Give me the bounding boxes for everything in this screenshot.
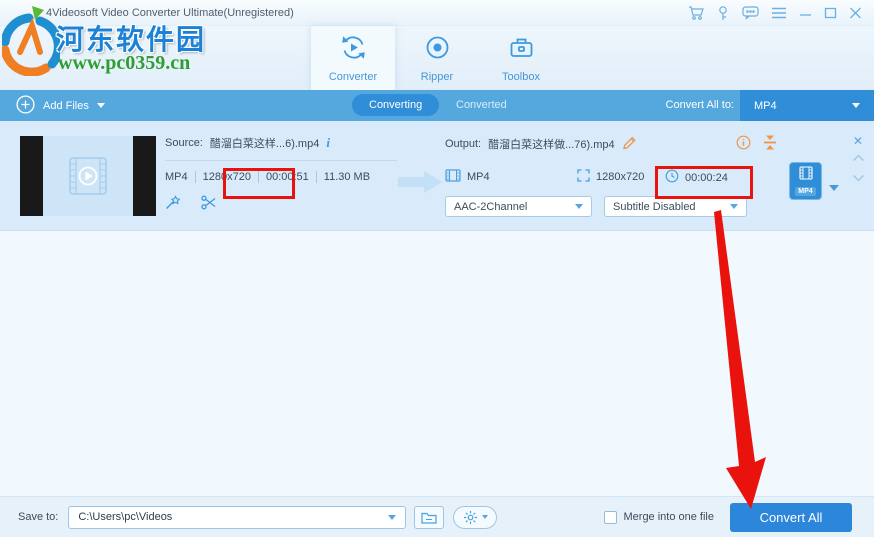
tab-toolbox[interactable]: Toolbox xyxy=(479,26,563,90)
save-path-value: C:\Users\pc\Videos xyxy=(78,511,173,523)
tab-converter-label: Converter xyxy=(328,70,378,83)
source-duration: 00:00:51 xyxy=(257,171,316,183)
merge-option[interactable]: Merge into one file xyxy=(603,510,715,524)
tab-converter[interactable]: Converter xyxy=(311,26,395,90)
source-to-output-arrow-icon xyxy=(398,169,442,200)
app-title: 4Videosoft Video Converter Ultimate(Unre… xyxy=(46,6,294,19)
audio-caret-icon xyxy=(575,204,583,209)
film-play-icon xyxy=(69,157,107,195)
bottom-bar: Save to: C:\Users\pc\Videos Merge into o… xyxy=(0,496,874,537)
remove-file-icon[interactable]: ✕ xyxy=(853,135,863,147)
output-prefix: Output: xyxy=(445,138,482,150)
thumbnail-letterbox-left xyxy=(20,136,43,216)
convert-all-to-label: Convert All to: xyxy=(665,99,734,111)
move-down-icon[interactable] xyxy=(852,169,865,187)
settings-caret-icon xyxy=(481,515,488,519)
ripper-disc-icon xyxy=(424,34,451,66)
source-size: 11.30 MB xyxy=(315,171,377,183)
output-meta: MP4 1280x720 00:00:24 xyxy=(445,169,777,185)
tab-ripper[interactable]: Ripper xyxy=(395,26,479,90)
converted-label: Converted xyxy=(456,99,507,111)
source-info-icon[interactable]: i xyxy=(326,135,330,151)
file-list-item: Source: 醋溜白菜这样...6).mp4 i MP4 1280x720 0… xyxy=(0,121,874,231)
file-list-empty-area xyxy=(0,232,874,496)
source-divider xyxy=(165,160,397,161)
add-plus-icon xyxy=(16,94,35,117)
source-filename: 醋溜白菜这样...6).mp4 xyxy=(209,138,320,150)
converting-label: Converting xyxy=(369,99,423,111)
convert-all-label: Convert All xyxy=(759,509,823,525)
resolution-resize-icon xyxy=(577,169,590,185)
source-prefix: Source: xyxy=(165,137,203,149)
add-files-caret-icon xyxy=(96,103,105,108)
close-icon[interactable] xyxy=(849,7,862,19)
output-info: Output: 醋溜白菜这样做...76).mp4 MP4 1280x720 0… xyxy=(445,135,777,217)
tab-toolbox-label: Toolbox xyxy=(502,70,540,83)
action-toolbar: Add Files Converting Converted Convert A… xyxy=(0,90,874,121)
merge-label: Merge into one file xyxy=(623,511,715,523)
output-filename: 醋溜白菜这样做...76).mp4 xyxy=(488,139,615,151)
save-path-caret-icon xyxy=(388,514,397,520)
settings-button[interactable] xyxy=(453,505,498,529)
thumbnail-letterbox-right xyxy=(133,136,156,216)
cut-scissors-icon[interactable] xyxy=(201,195,217,215)
audio-track-value: AAC-2Channel xyxy=(454,200,528,213)
register-key-icon[interactable] xyxy=(716,5,730,21)
converter-icon xyxy=(340,34,367,66)
rename-pencil-icon[interactable] xyxy=(622,135,637,153)
toolbox-icon xyxy=(508,34,535,66)
compress-icon[interactable] xyxy=(763,135,777,153)
output-format-value: MP4 xyxy=(754,99,777,112)
menu-icon[interactable] xyxy=(771,7,787,19)
add-files-label: Add Files xyxy=(43,99,89,112)
window-controls xyxy=(688,5,862,21)
folder-icon xyxy=(421,512,437,524)
tab-converting[interactable]: Converting xyxy=(352,94,440,116)
source-resolution: 1280x720 xyxy=(194,171,258,183)
convert-all-button[interactable]: Convert All xyxy=(730,502,852,532)
add-files-button[interactable]: Add Files xyxy=(16,90,105,121)
output-format-dropdown[interactable]: MP4 xyxy=(740,90,874,121)
edit-wand-icon[interactable] xyxy=(165,195,181,215)
save-to-label: Save to: xyxy=(18,511,59,523)
merge-checkbox[interactable] xyxy=(603,510,617,524)
source-format: MP4 xyxy=(165,171,188,183)
gear-icon xyxy=(463,510,477,524)
subtitle-value: Subtitle Disabled xyxy=(613,200,696,213)
mode-tabs: Converter Ripper Toolbox xyxy=(311,26,563,90)
output-format: MP4 xyxy=(467,171,490,183)
save-path-dropdown[interactable]: C:\Users\pc\Videos xyxy=(68,505,407,529)
output-duration: 00:00:24 xyxy=(685,171,728,184)
thumbnail-preview xyxy=(43,136,133,216)
profile-format-label: MP4 xyxy=(795,187,816,196)
source-meta: MP4 1280x720 00:00:51 11.30 MB xyxy=(165,171,403,183)
video-thumbnail[interactable] xyxy=(20,136,156,216)
output-details-info-icon[interactable] xyxy=(736,135,751,153)
audio-track-dropdown[interactable]: AAC-2Channel xyxy=(445,196,592,217)
move-up-icon[interactable] xyxy=(852,149,865,167)
maximize-icon[interactable] xyxy=(824,7,837,19)
minimize-icon[interactable] xyxy=(799,7,812,19)
profile-dropdown-caret[interactable] xyxy=(829,178,839,196)
open-folder-button[interactable] xyxy=(414,505,445,529)
tab-ripper-label: Ripper xyxy=(420,70,454,83)
profile-format-button[interactable]: MP4 xyxy=(789,162,822,200)
source-info: Source: 醋溜白菜这样...6).mp4 i MP4 1280x720 0… xyxy=(165,135,403,215)
subtitle-caret-icon xyxy=(730,204,738,209)
format-caret-icon xyxy=(852,103,860,108)
feedback-icon[interactable] xyxy=(742,5,759,20)
tab-converted[interactable]: Converted xyxy=(456,99,507,111)
cart-icon[interactable] xyxy=(688,5,704,21)
output-film-icon xyxy=(445,169,461,185)
clock-icon xyxy=(665,169,679,186)
title-bar: 4Videosoft Video Converter Ultimate(Unre… xyxy=(0,0,874,26)
subtitle-dropdown[interactable]: Subtitle Disabled xyxy=(604,196,747,217)
output-resolution: 1280x720 xyxy=(596,171,645,183)
profile-film-icon xyxy=(798,166,813,185)
header: Converter Ripper Toolbox xyxy=(0,26,874,90)
